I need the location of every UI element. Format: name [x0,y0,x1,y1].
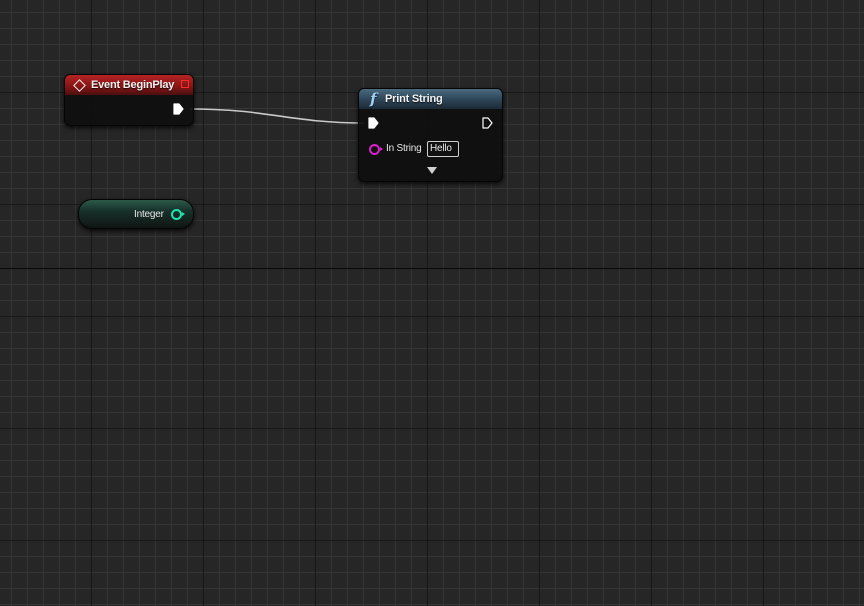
event-diamond-icon [73,79,86,92]
exec-pin-icon [482,117,493,129]
exec-output-pin[interactable] [173,103,184,115]
integer-variable-label: Integer [134,209,164,220]
in-string-pin[interactable] [369,144,380,155]
output-delegate-pin[interactable] [181,80,189,88]
print-string-title: Print String [385,93,443,105]
print-string-node[interactable]: f Print String In String Hello [358,88,503,182]
graph-origin-horizontal-line [0,268,864,269]
exec-wire[interactable] [189,108,365,124]
event-begin-play-node[interactable]: Event BeginPlay [64,74,194,126]
exec-input-pin[interactable] [368,117,379,129]
function-icon: f [370,90,377,108]
integer-output-pin[interactable] [171,209,182,220]
event-begin-play-header[interactable]: Event BeginPlay [65,75,193,95]
exec-pin-icon [368,117,379,129]
in-string-label: In String [386,143,422,154]
integer-variable-node[interactable]: Integer [78,199,194,229]
integer-pin-arrow-icon [182,212,185,216]
in-string-pin-arrow-icon [380,147,383,151]
exec-pin-icon [173,103,184,115]
blueprint-graph-canvas[interactable]: Event BeginPlay f Print String In String [0,0,864,606]
event-begin-play-title: Event BeginPlay [91,79,175,91]
exec-output-pin[interactable] [482,117,493,129]
in-string-value-field[interactable]: Hello [427,141,459,157]
chevron-down-icon[interactable] [427,167,437,174]
print-string-header[interactable]: f Print String [359,89,502,109]
